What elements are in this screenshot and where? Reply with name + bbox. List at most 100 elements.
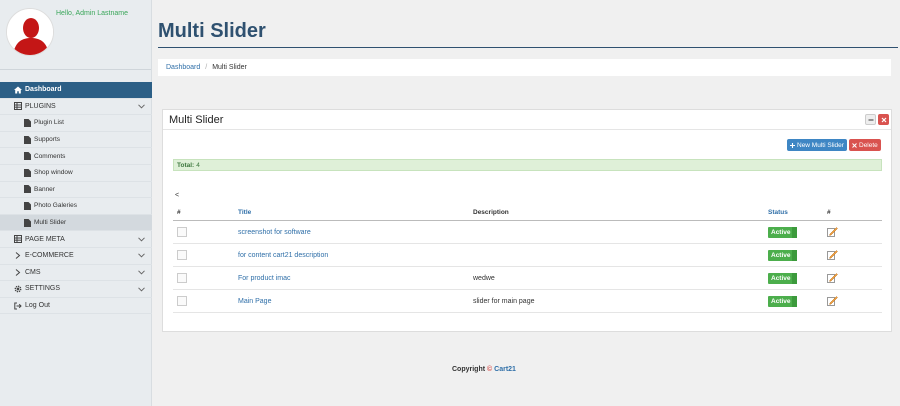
edit-icon[interactable] [827,290,838,312]
breadcrumb-dashboard-link[interactable]: Dashboard [166,64,200,71]
chevron-right-icon [13,251,23,261]
col-hash: # [177,209,181,216]
sidebar-item-label: Photo Galeries [34,202,77,210]
chevron-down-icon[interactable] [136,234,146,244]
file-icon [22,118,32,128]
row-checkbox[interactable] [177,296,187,306]
sidebar-item-shop-window[interactable]: Shop window [0,165,152,182]
col-title[interactable]: Title [238,205,251,220]
total-value: 4 [196,161,200,169]
table-row: Main Page slider for main page Active [173,290,882,313]
sidebar-item-log-out[interactable]: Log Out [0,298,152,315]
total-label: Total: [177,161,195,169]
sidebar-item-cms[interactable]: CMS [0,265,152,282]
row-checkbox[interactable] [177,250,187,260]
sidebar-item-supports[interactable]: Supports [0,132,152,149]
footer-brand-link[interactable]: Cart21 [494,366,516,373]
file-icon [22,218,32,228]
status-toggle[interactable]: Active [768,249,800,261]
sidebar-item-label: CMS [25,268,41,276]
chevron-down-icon[interactable] [136,102,146,112]
avatar[interactable] [6,8,54,56]
row-title-link[interactable]: screenshot for software [238,229,311,236]
edit-icon[interactable] [827,267,838,289]
sidebar-item-label: Comments [34,152,66,160]
close-icon [881,117,886,122]
chevron-down-icon[interactable] [136,268,146,278]
sidebar-item-settings[interactable]: SETTINGS [0,281,152,298]
row-title-link[interactable]: Main Page [238,298,271,305]
minimize-button[interactable] [865,114,876,125]
page-title: Multi Slider [158,20,266,42]
sidebar-item-label: Banner [34,185,55,193]
status-toggle[interactable]: Active [768,226,800,238]
footer: Copyright © Cart21 [452,366,516,373]
sidebar-item-dashboard[interactable]: Dashboard [0,82,152,99]
chevron-right-icon [13,267,23,277]
sidebar-item-banner[interactable]: Banner [0,182,152,199]
edit-icon[interactable] [827,221,838,243]
delete-button[interactable]: Delete [849,139,881,151]
sidebar-item-label: Dashboard [25,86,62,94]
breadcrumb: Dashboard / Multi Slider [158,59,891,76]
col-status[interactable]: Status [768,205,788,220]
table-row: screenshot for software Active [173,221,882,244]
profile: Hello, Admin Lastname [0,0,151,70]
row-checkbox[interactable] [177,227,187,237]
breadcrumb-separator: / [205,64,208,71]
sidebar-item-label: SETTINGS [25,285,61,293]
greeting-text: Hello, Admin Lastname [56,10,128,17]
total-count-bar: Total: 4 [173,159,882,171]
panel-title: Multi Slider [169,114,224,126]
sidebar-item-label: Multi Slider [34,219,67,227]
edit-icon[interactable] [827,244,838,266]
sidebar-item-label: Shop window [34,169,73,177]
file-icon [22,135,32,145]
gear-icon [13,284,23,294]
table-icon [13,101,23,111]
home-icon [13,85,23,95]
row-description: wedwe [473,274,495,282]
sidebar-item-comments[interactable]: Comments [0,148,152,165]
sidebar-item-label: PAGE META [25,235,65,243]
row-checkbox[interactable] [177,273,187,283]
close-button[interactable] [878,114,889,125]
sidebar-item-multi-slider[interactable]: Multi Slider [0,214,152,232]
chevron-down-icon[interactable] [136,284,146,294]
button-label: Delete [859,141,878,149]
file-icon [22,184,32,194]
sidebar-item-photo-galeries[interactable]: Photo Galeries [0,198,152,215]
sidebar-item-page-meta[interactable]: PAGE META [0,231,152,248]
table-icon [13,234,23,244]
sidebar-item-label: PLUGINS [25,102,56,110]
sidebar-item-label: E-COMMERCE [25,252,74,260]
file-icon [22,201,32,211]
status-toggle[interactable]: Active [768,295,800,307]
table-row: for content cart21 description Active [173,244,882,267]
pagination-prev[interactable]: < [175,192,179,199]
sidebar: Hello, Admin Lastname Dashboard PLUGINS … [0,0,152,406]
multi-slider-panel: Multi Slider New Multi Slider Delete Tot… [162,109,892,332]
row-title-link[interactable]: for content cart21 description [238,252,328,259]
new-multi-slider-button[interactable]: New Multi Slider [787,139,847,151]
sidebar-item-label: Supports [34,136,61,144]
sidebar-item-plugins[interactable]: PLUGINS [0,99,152,116]
status-toggle[interactable]: Active [768,272,800,284]
panel-header: Multi Slider [163,110,891,130]
slider-table: # Title Description Status # screenshot … [173,205,882,313]
sign-out-icon [13,301,23,311]
sidebar-item-label: Log Out [25,302,50,310]
row-title-link[interactable]: For product imac [238,275,291,282]
plus-icon [790,142,795,148]
sidebar-item-label: Plugin List [34,119,64,127]
table-header-row: # Title Description Status # [173,205,882,221]
button-label: New Multi Slider [797,141,844,149]
footer-copyright: Copyright [452,366,486,373]
sidebar-item-plugin-list[interactable]: Plugin List [0,115,152,132]
table-row: For product imac wedwe Active [173,267,882,290]
col-description: Description [473,209,509,216]
file-icon [22,151,32,161]
breadcrumb-current: Multi Slider [212,64,247,71]
sidebar-item-ecommerce[interactable]: E-COMMERCE [0,248,152,265]
chevron-down-icon[interactable] [136,251,146,261]
